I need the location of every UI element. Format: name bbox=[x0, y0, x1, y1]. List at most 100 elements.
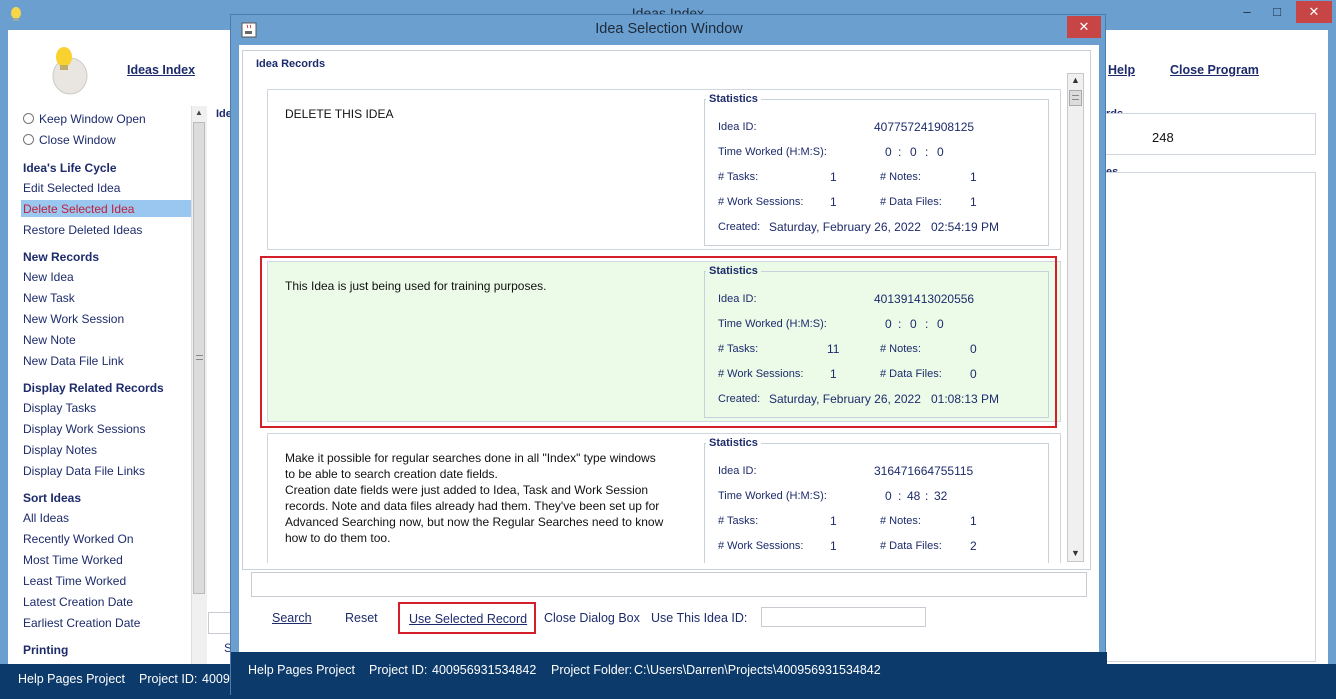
grip-icon bbox=[196, 355, 203, 360]
idea-id-value: 407757241908125 bbox=[874, 120, 975, 134]
section-display-related-header: Display Related Records bbox=[23, 381, 164, 395]
use-selected-record-button[interactable]: Use Selected Record bbox=[398, 602, 536, 634]
sidebar-item-most-time-worked[interactable]: Most Time Worked bbox=[23, 553, 123, 567]
radio-icon[interactable] bbox=[23, 113, 34, 124]
status-project-name: Help Pages Project bbox=[18, 672, 126, 686]
lightbulb-head-icon bbox=[44, 44, 92, 96]
record-description: Make it possible for regular searches do… bbox=[285, 451, 664, 545]
time-separator: : bbox=[925, 145, 929, 159]
sessions-label: # Work Sessions: bbox=[718, 540, 804, 552]
keep-window-open-radio[interactable]: Keep Window Open bbox=[23, 112, 146, 126]
minutes-value: 48 bbox=[907, 489, 921, 503]
radio-icon[interactable] bbox=[23, 134, 34, 145]
section-sort-ideas-header: Sort Ideas bbox=[23, 491, 82, 505]
use-this-idea-id-input[interactable] bbox=[761, 607, 926, 627]
scroll-up-icon[interactable]: ▲ bbox=[195, 108, 203, 117]
idea-records-legend: Idea Records bbox=[253, 58, 329, 70]
sidebar-item-delete-selected-idea[interactable]: Delete Selected Idea bbox=[21, 200, 191, 217]
sidebar-item-new-idea[interactable]: New Idea bbox=[23, 270, 74, 284]
time-separator: : bbox=[898, 145, 902, 159]
notes-value: 1 bbox=[970, 514, 977, 528]
status-project-id-fragment: 4009 bbox=[202, 672, 230, 686]
dialog-status-project: Help Pages Project bbox=[248, 663, 356, 677]
scroll-up-icon[interactable]: ▲ bbox=[1071, 75, 1080, 85]
time-worked-label: Time Worked (H:M:S): bbox=[718, 146, 827, 158]
sessions-label: # Work Sessions: bbox=[718, 196, 804, 208]
sidebar-item-edit-selected-idea[interactable]: Edit Selected Idea bbox=[23, 181, 120, 195]
seconds-value: 0 bbox=[937, 145, 944, 159]
dialog-title: Idea Selection Window bbox=[595, 21, 743, 37]
selected-record-highlight bbox=[260, 256, 1057, 428]
reset-button[interactable]: Reset bbox=[345, 611, 378, 625]
notes-label: # Notes: bbox=[880, 515, 921, 527]
data-files-value: 1 bbox=[970, 195, 977, 209]
minutes-value: 0 bbox=[910, 145, 917, 159]
data-files-value: 2 bbox=[970, 539, 977, 553]
records-count: 248 bbox=[1152, 130, 1174, 145]
section-new-records-header: New Records bbox=[23, 250, 100, 264]
dialog-status-folder: C:\Users\Darren\Projects\400956931534842 bbox=[634, 663, 881, 677]
minimize-icon[interactable]: – bbox=[1232, 1, 1262, 23]
section-life-cycle-header: Idea's Life Cycle bbox=[23, 161, 117, 175]
dialog-status-folder-label: Project Folder: bbox=[551, 663, 633, 677]
status-project-id-label: Project ID: bbox=[139, 672, 198, 686]
sessions-value: 1 bbox=[830, 195, 837, 209]
records-scroll-thumb[interactable] bbox=[1069, 90, 1082, 106]
nav-ideas-index[interactable]: Ideas Index bbox=[127, 63, 195, 77]
sidebar-scroll-thumb[interactable] bbox=[193, 122, 205, 594]
data-files-label: # Data Files: bbox=[880, 540, 942, 552]
created-time: 02:54:19 PM bbox=[931, 220, 1000, 234]
use-this-idea-id-label: Use This Idea ID: bbox=[651, 611, 748, 625]
tasks-label: # Tasks: bbox=[718, 515, 759, 527]
sidebar: Keep Window Open Close Window Idea's Lif… bbox=[10, 106, 191, 664]
sidebar-item-all-ideas[interactable]: All Ideas bbox=[23, 511, 69, 525]
message-field bbox=[251, 572, 1087, 597]
close-icon[interactable]: ✕ bbox=[1296, 1, 1332, 23]
created-date: Saturday, February 26, 2022 bbox=[769, 220, 921, 234]
sidebar-item-new-task[interactable]: New Task bbox=[23, 291, 75, 305]
idea-id-label: Idea ID: bbox=[718, 465, 757, 477]
nav-close-program[interactable]: Close Program bbox=[1170, 63, 1259, 77]
idea-selection-dialog: Idea Selection Window ✕ Idea Records DEL… bbox=[230, 14, 1107, 695]
sidebar-item-display-notes[interactable]: Display Notes bbox=[23, 443, 97, 457]
nav-help[interactable]: Help bbox=[1108, 63, 1135, 77]
sidebar-item-display-work-sessions[interactable]: Display Work Sessions bbox=[23, 422, 145, 436]
scroll-down-icon[interactable]: ▼ bbox=[1071, 548, 1080, 558]
sidebar-item-recently-worked-on[interactable]: Recently Worked On bbox=[23, 532, 134, 546]
sidebar-item-least-time-worked[interactable]: Least Time Worked bbox=[23, 574, 126, 588]
sidebar-item-display-tasks[interactable]: Display Tasks bbox=[23, 401, 96, 415]
maximize-icon[interactable]: □ bbox=[1262, 1, 1292, 23]
grip-icon bbox=[1072, 95, 1079, 100]
close-dialog-box-button[interactable]: Close Dialog Box bbox=[544, 611, 640, 625]
sidebar-item-latest-creation-date[interactable]: Latest Creation Date bbox=[23, 595, 133, 609]
notes-value: 1 bbox=[970, 170, 977, 184]
hours-value: 0 bbox=[885, 145, 892, 159]
right-list-panel bbox=[1098, 172, 1316, 662]
dialog-status-bar: Help Pages Project Project ID: 400956931… bbox=[231, 652, 1107, 695]
tasks-value: 1 bbox=[830, 514, 837, 528]
close-window-radio[interactable]: Close Window bbox=[23, 133, 116, 147]
dialog-status-project-id: 400956931534842 bbox=[432, 663, 537, 677]
section-printing-header: Printing bbox=[23, 643, 69, 657]
sidebar-item-earliest-creation-date[interactable]: Earliest Creation Date bbox=[23, 616, 140, 630]
dialog-close-icon[interactable]: ✕ bbox=[1067, 16, 1101, 38]
time-separator: : bbox=[898, 489, 902, 503]
sidebar-item-restore-deleted-ideas[interactable]: Restore Deleted Ideas bbox=[23, 223, 142, 237]
idea-record-card[interactable]: DELETE THIS IDEA Statistics Idea ID: 407… bbox=[267, 89, 1061, 250]
idea-record-card[interactable]: Make it possible for regular searches do… bbox=[267, 433, 1061, 563]
dialog-status-project-id-label: Project ID: bbox=[369, 663, 428, 677]
sidebar-item-display-data-file-links[interactable]: Display Data File Links bbox=[23, 464, 145, 478]
records-scrollbar[interactable]: ▲ ▼ bbox=[1067, 73, 1084, 562]
dialog-client-area: Idea Records DELETE THIS IDEA Statistics… bbox=[239, 45, 1099, 652]
tasks-value: 1 bbox=[830, 170, 837, 184]
time-worked-label: Time Worked (H:M:S): bbox=[718, 490, 827, 502]
dialog-titlebar[interactable]: Idea Selection Window ✕ bbox=[231, 15, 1107, 45]
sidebar-item-new-note[interactable]: New Note bbox=[23, 333, 76, 347]
sessions-value: 1 bbox=[830, 539, 837, 553]
sidebar-item-new-data-file-link[interactable]: New Data File Link bbox=[23, 354, 124, 368]
sidebar-item-new-work-session[interactable]: New Work Session bbox=[23, 312, 124, 326]
record-description: DELETE THIS IDEA bbox=[285, 107, 394, 121]
idea-id-value: 316471664755115 bbox=[874, 464, 974, 478]
search-button[interactable]: Search bbox=[272, 611, 312, 625]
hours-value: 0 bbox=[885, 489, 892, 503]
